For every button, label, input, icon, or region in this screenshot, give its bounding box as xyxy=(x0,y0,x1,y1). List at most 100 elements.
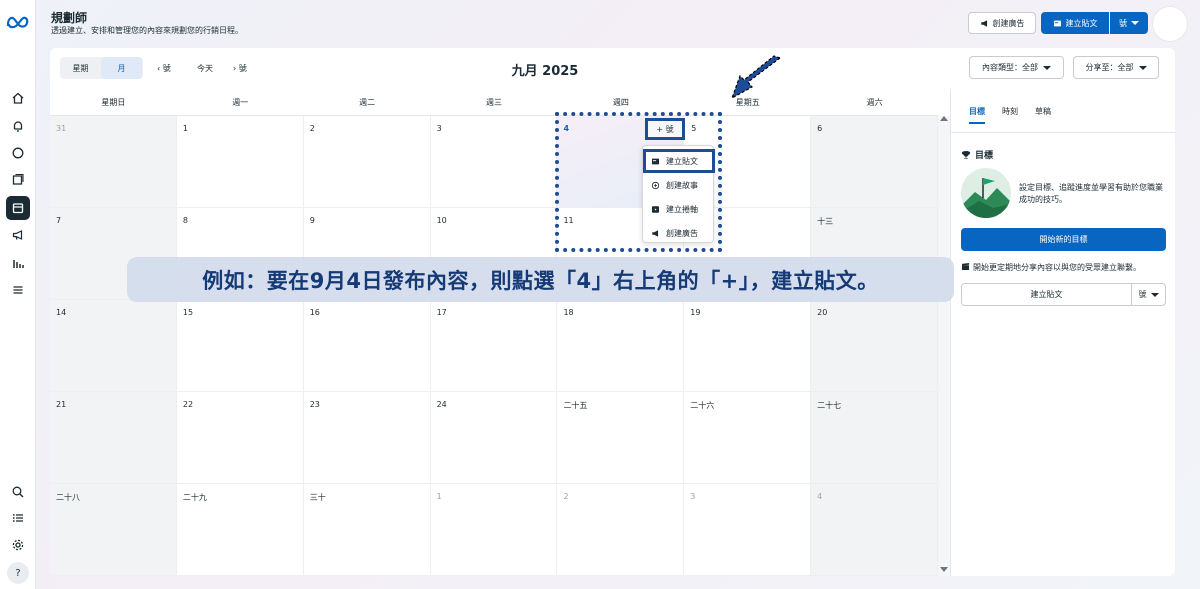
day-cell[interactable]: 24 xyxy=(430,392,558,484)
create-more-label: 號 xyxy=(1119,18,1127,28)
create-ad-button[interactable]: 創建廣告 xyxy=(968,12,1036,34)
day-cell[interactable]: 20 xyxy=(811,300,939,392)
day-cell[interactable]: 3 xyxy=(684,484,812,576)
goal-heading: 目標 xyxy=(961,148,993,161)
day-cell[interactable]: 21 xyxy=(50,392,177,484)
day-cell[interactable]: 22 xyxy=(176,392,304,484)
scroll-up-icon[interactable] xyxy=(940,116,948,121)
day-cell[interactable]: 31 xyxy=(50,116,177,208)
content-type-filter[interactable]: 內容類型：全部 xyxy=(969,56,1064,79)
megaphone-icon[interactable] xyxy=(6,223,30,247)
add-post-plus-button[interactable]: + 號 xyxy=(645,118,685,140)
avatar[interactable] xyxy=(1152,6,1188,42)
day-cell[interactable]: 17 xyxy=(430,300,558,392)
left-nav-rail: ? xyxy=(0,0,36,589)
sidebar-tabs: 目標 時刻 草稿 xyxy=(969,106,1051,124)
insights-icon[interactable] xyxy=(6,251,30,275)
day-cell[interactable]: 6 xyxy=(811,116,939,208)
create-post-button[interactable]: 建立貼文 xyxy=(1041,12,1109,34)
day-cell[interactable]: 二十九 xyxy=(176,484,304,576)
month-calendar: 星期日 週一 週二 週三 週四 星期五 週六 31 1 2 3 4 5 6 7 … xyxy=(50,90,939,576)
plus-label: + 號 xyxy=(656,124,674,134)
tab-drafts[interactable]: 草稿 xyxy=(1035,106,1051,124)
weekday-label: 週一 xyxy=(232,98,249,107)
menu-icon[interactable] xyxy=(6,278,30,302)
tab-goals[interactable]: 目標 xyxy=(969,106,985,124)
post-icon xyxy=(651,158,660,164)
day-number: 二十五 xyxy=(563,401,588,410)
day-number: 8 xyxy=(182,216,188,225)
chat-bubble-icon[interactable] xyxy=(6,141,30,165)
day-cell[interactable]: 3 xyxy=(430,116,558,208)
story-icon xyxy=(651,181,660,189)
day-number: 20 xyxy=(817,308,828,317)
day-cell[interactable]: 二十八 xyxy=(50,484,177,576)
trophy-icon xyxy=(961,150,971,159)
day-cell[interactable]: 18 xyxy=(557,300,685,392)
calendar-icon[interactable] xyxy=(6,196,30,220)
day-number: 1 xyxy=(436,492,442,501)
calendar-week: 14 15 16 17 18 19 20 xyxy=(50,300,939,392)
list-icon[interactable] xyxy=(6,506,30,530)
day-cell[interactable]: 2 xyxy=(303,116,431,208)
view-week-button[interactable]: 星期 xyxy=(60,57,101,79)
today-button[interactable]: 今天 xyxy=(197,63,213,74)
share-to-filter-label: 分享至：全部 xyxy=(1085,63,1134,72)
home-icon[interactable] xyxy=(6,86,30,110)
calendar-week: 31 1 2 3 4 5 6 xyxy=(50,116,939,208)
share-to-filter[interactable]: 分享至：全部 xyxy=(1073,56,1159,79)
chevron-down-icon xyxy=(1043,65,1051,70)
day-cell[interactable]: 1 xyxy=(176,116,304,208)
goal-description: 設定目標、追蹤進度並學習有助於您職業成功的技巧。 xyxy=(1019,183,1163,204)
day-cell[interactable]: 4 xyxy=(811,484,939,576)
meta-logo-icon[interactable] xyxy=(6,12,30,32)
menu-item-create-ad[interactable]: 創建廣告 xyxy=(643,221,715,245)
bell-icon[interactable] xyxy=(6,114,30,138)
menu-item-create-post[interactable]: 建立貼文 xyxy=(643,149,715,173)
next-month-button[interactable]: › 號 xyxy=(233,63,247,74)
share-promo: 開始更定期地分享內容以與您的受眾建立聯繫。 xyxy=(961,262,1141,273)
create-post-label: 建立貼文 xyxy=(1065,18,1098,28)
menu-item-create-story[interactable]: 創建故事 xyxy=(643,173,715,197)
calendar-week: 21 22 23 24 二十五 二十六 二十七 xyxy=(50,392,939,484)
day-cell[interactable]: 二十六 xyxy=(684,392,812,484)
day-cell[interactable]: 15 xyxy=(176,300,304,392)
megaphone-icon xyxy=(652,229,659,237)
calendar-scrollbar[interactable] xyxy=(938,116,950,576)
day-number: 17 xyxy=(436,308,447,317)
view-month-button[interactable]: 月 xyxy=(101,57,142,79)
day-cell[interactable]: 二十五 xyxy=(557,392,685,484)
next-month-label: 號 xyxy=(238,64,247,73)
chevron-down-icon xyxy=(1131,21,1139,25)
day-cell[interactable]: 2 xyxy=(557,484,685,576)
search-icon[interactable] xyxy=(6,480,30,504)
day-number: 1 xyxy=(182,124,188,133)
sidebar-more-dropdown[interactable]: 號 xyxy=(1132,284,1165,305)
help-button[interactable]: ? xyxy=(7,562,29,584)
goals-sidebar: 目標 時刻 草稿 目標 設定目標、追蹤進度並學習有助於您職業成功的技巧。 開始新… xyxy=(950,90,1175,576)
view-toggle: 星期 月 xyxy=(60,57,143,79)
start-goal-button[interactable]: 開始新的目標 xyxy=(961,228,1166,251)
day-cell[interactable]: 19 xyxy=(684,300,812,392)
day-cell[interactable]: 14 xyxy=(50,300,177,392)
page-subtitle: 透過建立、安排和管理您的內容來規劃您的行銷日程。 xyxy=(51,26,243,35)
prev-month-button[interactable]: ‹ 號 xyxy=(157,63,171,74)
content-type-filter-label: 內容類型：全部 xyxy=(982,63,1038,72)
day-cell[interactable]: 16 xyxy=(303,300,431,392)
sidebar-more-label: 號 xyxy=(1138,290,1147,299)
day-cell[interactable]: 23 xyxy=(303,392,431,484)
pages-icon[interactable] xyxy=(6,168,30,192)
pointer-arrow-icon xyxy=(730,55,782,100)
day-number: 3 xyxy=(690,492,696,501)
create-more-dropdown[interactable]: 號 xyxy=(1110,12,1148,34)
scroll-down-icon[interactable] xyxy=(940,567,948,572)
day-cell[interactable]: 1 xyxy=(430,484,558,576)
gear-icon[interactable] xyxy=(6,533,30,557)
sidebar-create-post-button[interactable]: 建立貼文 xyxy=(962,284,1132,305)
day-number: 4 xyxy=(817,492,823,501)
day-cell[interactable]: 三十 xyxy=(303,484,431,576)
menu-item-create-reel[interactable]: 建立捲軸 xyxy=(643,197,715,221)
tab-moments[interactable]: 時刻 xyxy=(1002,106,1018,124)
day-cell[interactable]: 二十七 xyxy=(811,392,939,484)
menu-item-label: 創建廣告 xyxy=(666,228,698,238)
